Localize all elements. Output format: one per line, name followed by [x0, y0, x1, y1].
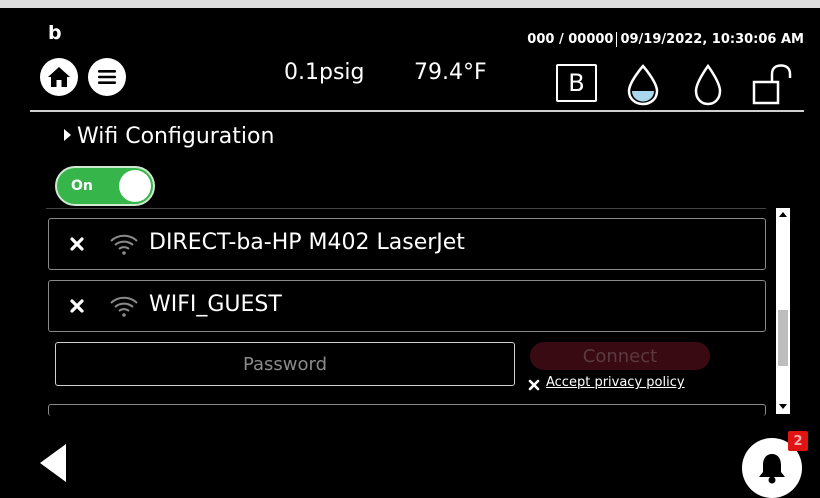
wifi-signal-icon: [110, 296, 138, 317]
toggle-label: On: [71, 178, 93, 194]
close-icon[interactable]: [69, 298, 85, 314]
expand-arrow-icon: [64, 129, 71, 141]
network-row-partial[interactable]: [48, 404, 766, 416]
wifi-section-header[interactable]: Wifi Configuration: [64, 124, 274, 149]
scrollbar-thumb[interactable]: [778, 310, 788, 366]
wifi-toggle[interactable]: On: [55, 166, 155, 206]
accept-checkbox-icon[interactable]: [528, 379, 540, 391]
home-icon: [48, 67, 70, 87]
wifi-signal-icon: [110, 234, 138, 255]
water-drop-filled-icon[interactable]: [625, 64, 661, 106]
status-bar: 000 / 00000 09/19/2022, 10:30:06 AM: [527, 32, 804, 47]
network-row[interactable]: WIFI_GUEST: [48, 280, 766, 332]
menu-button[interactable]: [88, 58, 126, 96]
status-separator: [616, 32, 618, 47]
connect-button[interactable]: Connect: [530, 342, 710, 370]
counter-readout: 000 / 00000: [527, 32, 614, 47]
section-divider: [46, 208, 766, 209]
close-icon[interactable]: [69, 236, 85, 252]
back-arrow-icon[interactable]: [40, 444, 66, 482]
toggle-knob: [119, 170, 151, 202]
mode-b-button[interactable]: B: [556, 64, 597, 102]
unlocked-padlock-icon[interactable]: [752, 64, 796, 106]
screen: b 000 / 00000 09/19/2022, 10:30:06 AM 0.1…: [0, 0, 820, 498]
scroll-down-arrow-icon[interactable]: [779, 404, 787, 409]
brand-label: b: [48, 22, 62, 44]
temperature-readout: 79.4°F: [414, 60, 487, 85]
datetime-readout: 09/19/2022, 10:30:06 AM: [620, 32, 804, 47]
wifi-section-title: Wifi Configuration: [77, 124, 275, 149]
password-input[interactable]: [55, 342, 515, 386]
accept-privacy-link[interactable]: Accept privacy policy: [546, 375, 685, 390]
menu-icon: [98, 70, 116, 84]
network-name: DIRECT-ba-HP M402 LaserJet: [149, 230, 465, 255]
bell-icon: [759, 454, 785, 484]
notification-badge: 2: [788, 431, 808, 451]
network-name: WIFI_GUEST: [149, 292, 282, 317]
scroll-up-arrow-icon[interactable]: [779, 212, 787, 217]
water-drop-outline-icon[interactable]: [693, 64, 723, 106]
home-button[interactable]: [40, 58, 78, 96]
header-divider: [30, 110, 804, 112]
pressure-readout: 0.1psig: [284, 60, 365, 85]
network-row[interactable]: DIRECT-ba-HP M402 LaserJet: [48, 218, 766, 270]
